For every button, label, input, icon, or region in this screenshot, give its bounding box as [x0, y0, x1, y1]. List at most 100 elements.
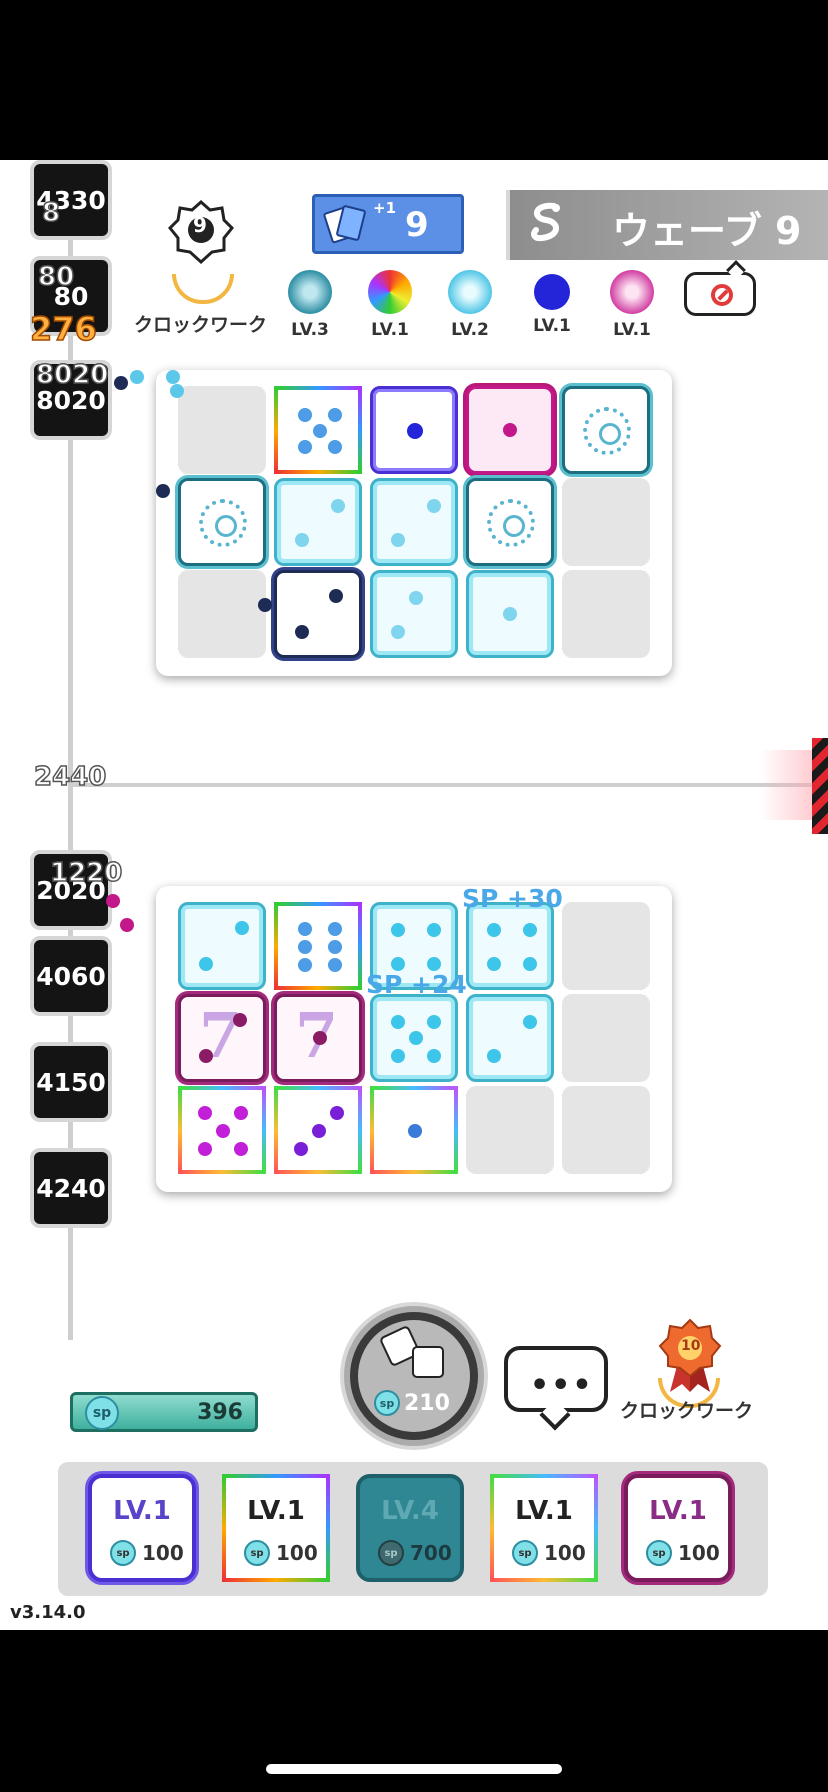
board-slot-empty — [562, 570, 650, 658]
projectile — [156, 484, 170, 498]
cards-icon — [322, 203, 371, 247]
opponent-deck-slot[interactable]: LV.1 — [360, 270, 420, 340]
rank-arc — [172, 274, 234, 304]
dice-icon — [378, 1324, 448, 1384]
opponent-deck-slot[interactable]: LV.2 — [440, 270, 500, 340]
dice-rainbow[interactable] — [274, 902, 362, 990]
projectile — [106, 894, 120, 908]
opponent-deck-slot[interactable]: LV.1 — [602, 270, 662, 340]
card-cost: 100 — [678, 1541, 720, 1565]
board-slot-empty[interactable] — [562, 1086, 650, 1174]
opponent-emote-bubble[interactable] — [684, 260, 756, 316]
dice-rainbow — [274, 386, 362, 474]
card-cost: 700 — [410, 1541, 452, 1565]
sp-coin-icon: sp — [244, 1540, 270, 1566]
sp-coin-icon: sp — [378, 1540, 404, 1566]
dice-cyan[interactable] — [466, 902, 554, 990]
opponent-deck-level: LV.3 — [291, 320, 329, 340]
emote-chat-button[interactable]: ••• — [504, 1346, 608, 1431]
opponent-deck-level: LV.1 — [371, 320, 409, 340]
sp-gain-text: SP +30 — [462, 884, 563, 913]
board-slot-empty — [178, 570, 266, 658]
spawn-cost-value: 210 — [404, 1390, 450, 1416]
card-counter-button[interactable]: +1 9 — [312, 194, 464, 254]
rank-number: 10 — [681, 1338, 701, 1354]
no-emote-icon — [711, 284, 733, 306]
dice-lucky-seven[interactable]: 7 — [274, 994, 362, 1082]
projectile — [258, 598, 272, 612]
card-level: LV.4 — [381, 1496, 439, 1526]
player-rank-name: クロックワーク — [620, 1400, 754, 1422]
dice-teal-swirl — [466, 478, 554, 566]
board-slot-empty[interactable] — [562, 902, 650, 990]
cyan-flame-icon — [448, 270, 492, 314]
enemy-token: 2020 — [30, 850, 112, 930]
dice-magenta — [466, 386, 554, 474]
dice-cyan[interactable] — [466, 994, 554, 1082]
card-level: LV.1 — [247, 1496, 305, 1526]
power-up-card-4[interactable]: LV.1 sp 100 — [490, 1474, 598, 1582]
spawn-dice-button[interactable]: sp 210 — [344, 1306, 484, 1446]
power-up-card-5[interactable]: LV.1 sp 100 — [624, 1474, 732, 1582]
dice-navy-swirl — [274, 570, 362, 658]
card-level: LV.1 — [649, 1496, 707, 1526]
dice-teal-swirl — [178, 478, 266, 566]
opponent-rank-badge[interactable]: 9 — [167, 199, 235, 274]
danger-glow — [760, 750, 814, 820]
projectile — [130, 370, 144, 384]
teal-swirl-icon — [288, 270, 332, 314]
player-board: 7 7 — [156, 886, 672, 1192]
home-indicator — [266, 1764, 562, 1774]
power-up-card-1[interactable]: LV.1 sp 100 — [88, 1474, 196, 1582]
sp-balance-bar: sp 396 — [70, 1392, 258, 1432]
danger-marker — [812, 738, 828, 834]
enemy-token: 4060 — [30, 936, 112, 1016]
power-up-card-2[interactable]: LV.1 sp 100 — [222, 1474, 330, 1582]
opponent-board — [156, 370, 672, 676]
sp-coin-icon: sp — [512, 1540, 538, 1566]
spawn-cost: sp 210 — [374, 1390, 450, 1416]
board-slot-empty — [178, 386, 266, 474]
player-deck-bar: LV.1 sp 100 LV.1 sp 100 LV.4 sp 700 LV.1 sp… — [58, 1462, 768, 1596]
enemy-token: 4240 — [30, 1148, 112, 1228]
dice-cyan — [370, 570, 458, 658]
dice-cyan — [466, 570, 554, 658]
sp-coin-icon: sp — [374, 1390, 400, 1416]
card-cost: 100 — [544, 1541, 586, 1565]
projectile — [170, 384, 184, 398]
dice-cyan — [274, 478, 362, 566]
rank-number: 9 — [193, 213, 207, 237]
dice-prism[interactable] — [274, 1086, 362, 1174]
ellipsis-icon: ••• — [530, 1368, 594, 1403]
card-cost: 100 — [142, 1541, 184, 1565]
opponent-deck-level: LV.2 — [451, 320, 489, 340]
sp-coin-icon: sp — [85, 1396, 119, 1430]
sp-coin-icon: sp — [646, 1540, 672, 1566]
opponent-deck-level: LV.1 — [533, 316, 571, 336]
board-slot-empty[interactable] — [562, 994, 650, 1082]
dice-prism[interactable] — [178, 1086, 266, 1174]
sp-gain-text: SP +24 — [366, 970, 467, 999]
opponent-deck-level: LV.1 — [613, 320, 651, 340]
dice-prism[interactable] — [370, 1086, 458, 1174]
projectile — [120, 918, 134, 932]
enemy-token: 80 — [30, 256, 112, 336]
card-plus: +1 — [373, 199, 397, 217]
power-up-card-3[interactable]: LV.4 sp 700 — [356, 1474, 464, 1582]
card-level: LV.1 — [515, 1496, 573, 1526]
dice-cyan[interactable] — [370, 994, 458, 1082]
sp-balance-value: 396 — [197, 1400, 243, 1425]
sp-coin-icon: sp — [110, 1540, 136, 1566]
dice-cyan[interactable] — [178, 902, 266, 990]
enemy-token: 4330 — [30, 160, 112, 240]
wave-serpent-icon — [531, 202, 560, 242]
opponent-rank-name: クロックワーク — [134, 314, 268, 336]
opponent-deck-slot[interactable]: LV.1 — [522, 270, 582, 336]
board-slot-empty[interactable] — [466, 1086, 554, 1174]
dice-lucky-seven[interactable]: 7 — [178, 994, 266, 1082]
card-cost: 100 — [276, 1541, 318, 1565]
projectile — [114, 376, 128, 390]
opponent-deck-slot[interactable]: LV.3 — [280, 270, 340, 340]
card-count: 9 — [405, 205, 429, 245]
version-label: v3.14.0 — [10, 1602, 86, 1623]
